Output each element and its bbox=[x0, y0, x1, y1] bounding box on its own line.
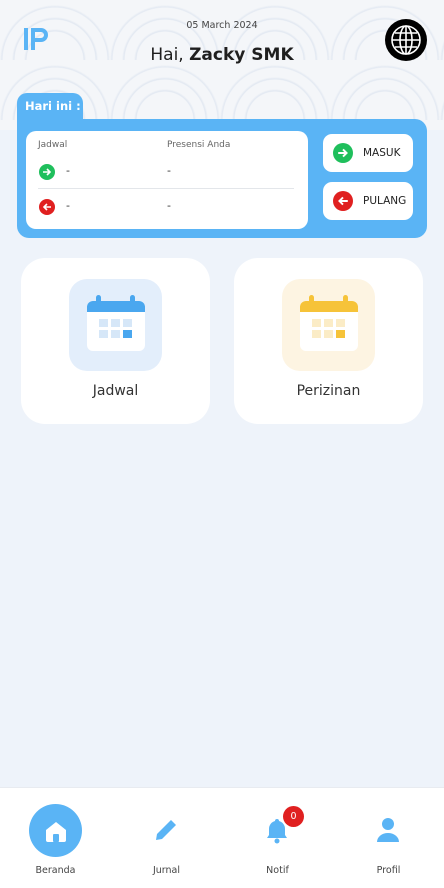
checkin-presence-value: - bbox=[167, 164, 171, 177]
permit-menu-label: Perizinan bbox=[296, 383, 361, 399]
schedule-icon-box bbox=[69, 279, 162, 371]
nav-home-label: Beranda bbox=[35, 865, 76, 876]
user-icon bbox=[377, 818, 399, 842]
nav-profile[interactable]: Profil bbox=[333, 788, 444, 888]
nav-journal[interactable]: Jurnal bbox=[111, 788, 222, 888]
current-date: 05 March 2024 bbox=[186, 20, 258, 31]
home-button[interactable] bbox=[29, 804, 82, 857]
nav-profile-label: Profil bbox=[376, 865, 401, 876]
nav-journal-label: Jurnal bbox=[152, 865, 181, 876]
arrow-right-icon bbox=[39, 164, 55, 180]
permit-menu-card[interactable]: Perizinan bbox=[234, 258, 423, 424]
checkin-label: MASUK bbox=[363, 147, 401, 159]
arrow-left-icon bbox=[333, 191, 353, 211]
arrow-right-icon bbox=[333, 143, 353, 163]
today-card: Jadwal Presensi Anda - - - - MASUK PULAN… bbox=[17, 119, 427, 238]
pencil-icon bbox=[156, 818, 178, 840]
schedule-column-header: Jadwal bbox=[38, 140, 68, 150]
checkin-schedule-value: - bbox=[66, 164, 70, 177]
greeting-prefix: Hai, bbox=[150, 45, 190, 65]
user-name: Zacky SMK bbox=[189, 45, 294, 65]
home-icon bbox=[45, 821, 66, 842]
notif-count-badge: 0 bbox=[283, 806, 304, 827]
permit-icon-box bbox=[282, 279, 375, 371]
calendar-icon bbox=[300, 295, 358, 351]
greeting: Hai, Zacky SMK bbox=[0, 45, 444, 65]
nav-notif[interactable]: Notif bbox=[222, 788, 333, 888]
presence-column-header: Presensi Anda bbox=[167, 140, 231, 150]
checkout-button[interactable]: PULANG bbox=[323, 182, 413, 220]
schedule-menu-card[interactable]: Jadwal bbox=[21, 258, 210, 424]
today-tab: Hari ini : bbox=[17, 93, 83, 121]
nav-notif-label: Notif bbox=[266, 865, 289, 876]
calendar-icon bbox=[87, 295, 145, 351]
row-divider bbox=[38, 188, 294, 189]
nav-home[interactable]: Beranda bbox=[0, 788, 111, 888]
checkout-presence-value: - bbox=[167, 199, 171, 212]
bottom-nav: Beranda Jurnal Notif Profil bbox=[0, 787, 444, 888]
checkout-schedule-value: - bbox=[66, 199, 70, 212]
globe-icon bbox=[391, 25, 421, 55]
arrow-left-icon bbox=[39, 199, 55, 215]
checkin-button[interactable]: MASUK bbox=[323, 134, 413, 172]
schedule-box: Jadwal Presensi Anda - - - - bbox=[26, 131, 308, 229]
language-button[interactable] bbox=[385, 19, 427, 61]
checkout-label: PULANG bbox=[363, 195, 407, 207]
schedule-menu-label: Jadwal bbox=[92, 383, 139, 399]
